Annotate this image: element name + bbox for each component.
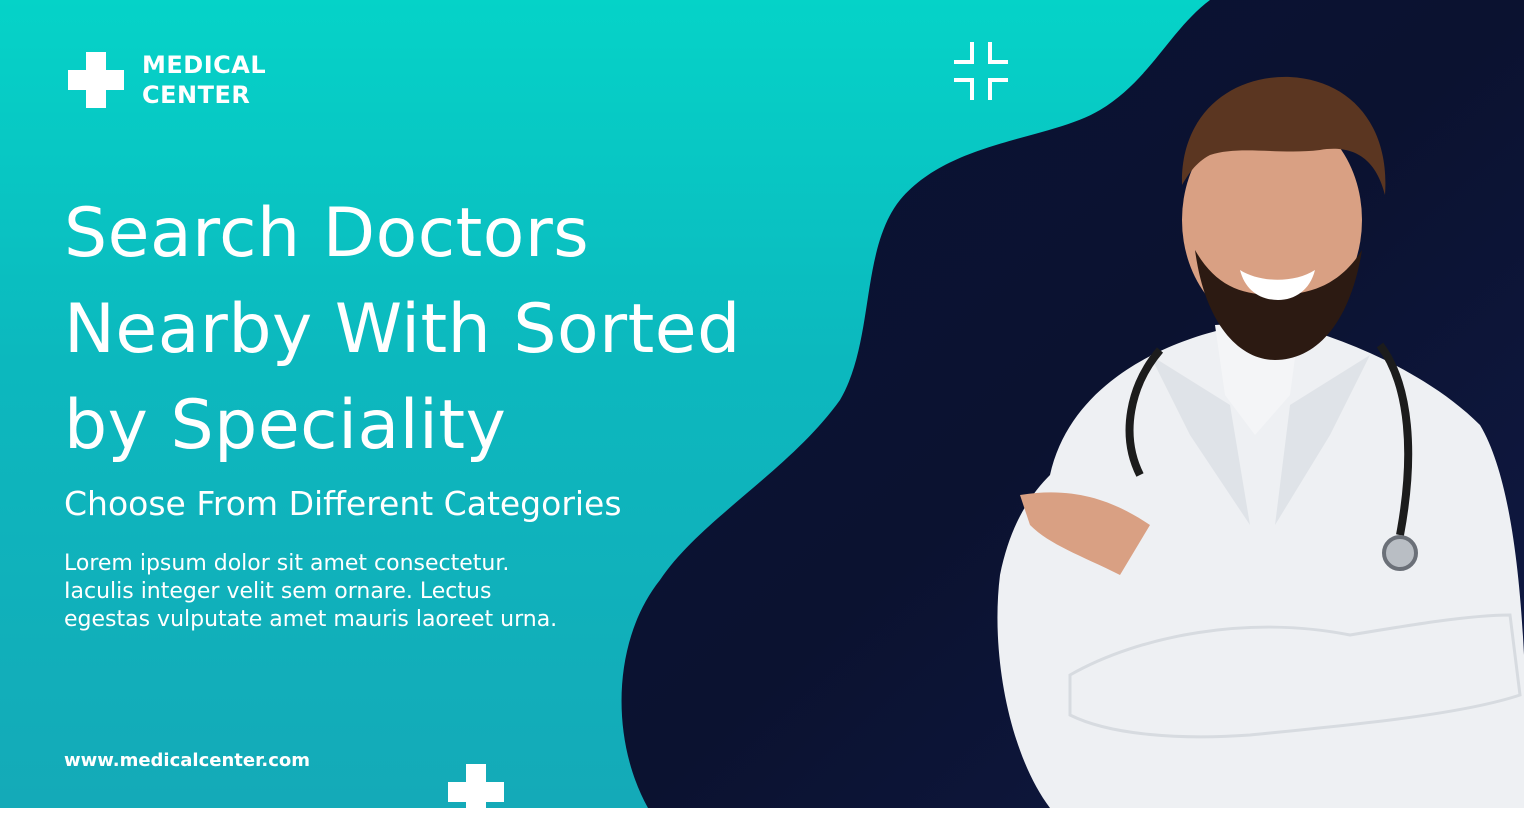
brand-name-line1: MEDICAL bbox=[142, 51, 267, 79]
brand-name: MEDICAL CENTER bbox=[142, 50, 266, 110]
website-link[interactable]: www.medicalcenter.com bbox=[64, 750, 310, 771]
cross-icon bbox=[68, 52, 124, 108]
hero-subtitle: Choose From Different Categories bbox=[64, 484, 622, 523]
hero-title-line1: Search Doctors bbox=[64, 194, 590, 273]
hero-title-line3: by Speciality bbox=[64, 386, 507, 465]
doctor-photo bbox=[997, 76, 1524, 808]
cross-icon bbox=[448, 764, 504, 820]
hero-description: Lorem ipsum dolor sit amet consectetur. … bbox=[64, 551, 558, 632]
brand-logo: MEDICAL CENTER bbox=[68, 50, 266, 110]
brand-name-line2: CENTER bbox=[142, 81, 251, 109]
hero-title-line2: Nearby With Sorted bbox=[64, 290, 741, 369]
hero-title: Search Doctors Nearby With Sorted by Spe… bbox=[64, 186, 864, 474]
